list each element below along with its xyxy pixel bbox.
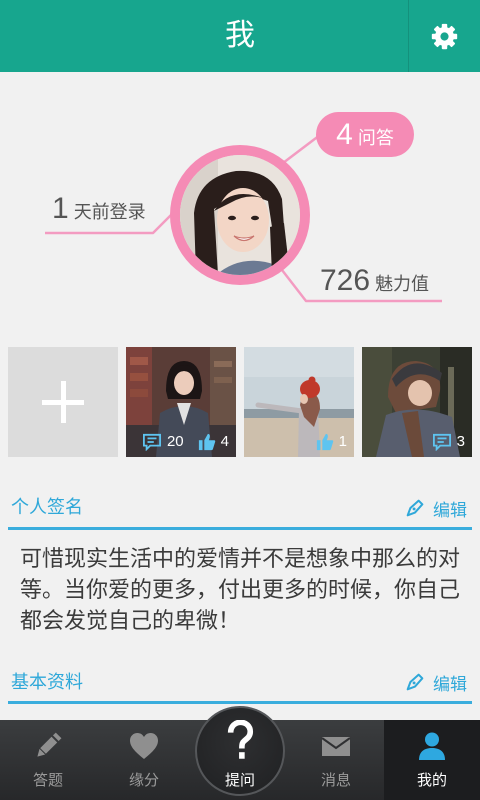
last-login-stat: 1 天前登录 [52,194,146,227]
nav-item-match[interactable]: 缘分 [96,720,192,800]
photo-tile[interactable]: 1 [244,347,354,457]
edit-basic-info-label: 编辑 [433,674,467,694]
comment-count: 20 [166,433,184,450]
avatar[interactable] [170,145,310,285]
edit-basic-info-button[interactable]: 编辑 [404,669,467,695]
heart-icon [130,733,158,759]
gear-icon [431,23,458,49]
photo-stats: 20 4 [142,431,229,453]
nav-label-ask: 提问 [224,772,255,789]
qa-count-label: 问答 [357,128,394,148]
nav-item-ask[interactable]: 提问 [195,706,285,796]
pencil-icon [37,732,62,757]
like-count: 4 [220,433,229,450]
nav-item-answer[interactable]: 答题 [0,720,96,800]
like-stat: 1 [316,431,347,453]
basic-info-title: 基本资料 [11,672,83,692]
nav-label-mine: 我的 [416,772,447,789]
nav-label-messages: 消息 [320,772,351,789]
signature-divider [8,527,472,530]
plus-icon [60,381,66,423]
question-mark-icon [227,720,254,759]
comment-icon [142,433,162,451]
settings-button[interactable] [409,0,480,72]
like-stat: 4 [198,431,229,453]
photo-stats: 1 [316,431,347,453]
photo-tile[interactable]: 20 4 [126,347,236,457]
like-count: 1 [338,433,347,450]
nav-label-answer: 答题 [32,772,63,789]
last-login-label: 天前登录 [73,202,146,222]
edit-signature-label: 编辑 [433,500,467,520]
qa-count-badge[interactable]: 4 问答 [316,112,414,157]
qa-connector [282,134,321,164]
charm-value: 726 [320,264,371,297]
envelope-icon [321,737,351,756]
photo-stats: 3 [432,431,465,453]
qa-count-value: 4 [336,118,353,151]
signature-title: 个人签名 [11,497,83,517]
comment-count: 3 [456,433,465,450]
pen-icon [404,671,426,693]
nav-item-messages[interactable]: 消息 [288,720,384,800]
person-icon [419,732,445,760]
nav-label-match: 缘分 [128,772,159,789]
charm-label: 魅力值 [375,274,430,294]
last-login-value: 1 [52,192,69,225]
avatar-photo [180,155,300,275]
nav-item-mine[interactable]: 我的 [384,720,480,800]
photo-tile[interactable]: 3 [362,347,472,457]
charm-stat: 726 魅力值 [320,266,429,299]
avatar-frame [180,155,300,275]
thumbs-up-icon [198,433,216,451]
edit-signature-button[interactable]: 编辑 [404,495,467,521]
comment-stat: 3 [432,431,465,453]
thumbs-up-icon [316,433,334,451]
top-bar: 我 [0,0,480,72]
comment-stat: 20 [142,431,184,453]
comment-icon [432,433,452,451]
add-photo-button[interactable] [8,347,118,457]
signature-text: 可惜现实生活中的爱情并不是想象中那么的对等。当你爱的更多，付出更多的时候，你自己… [20,546,461,633]
basic-info-divider [8,701,472,704]
pen-icon [404,497,426,519]
